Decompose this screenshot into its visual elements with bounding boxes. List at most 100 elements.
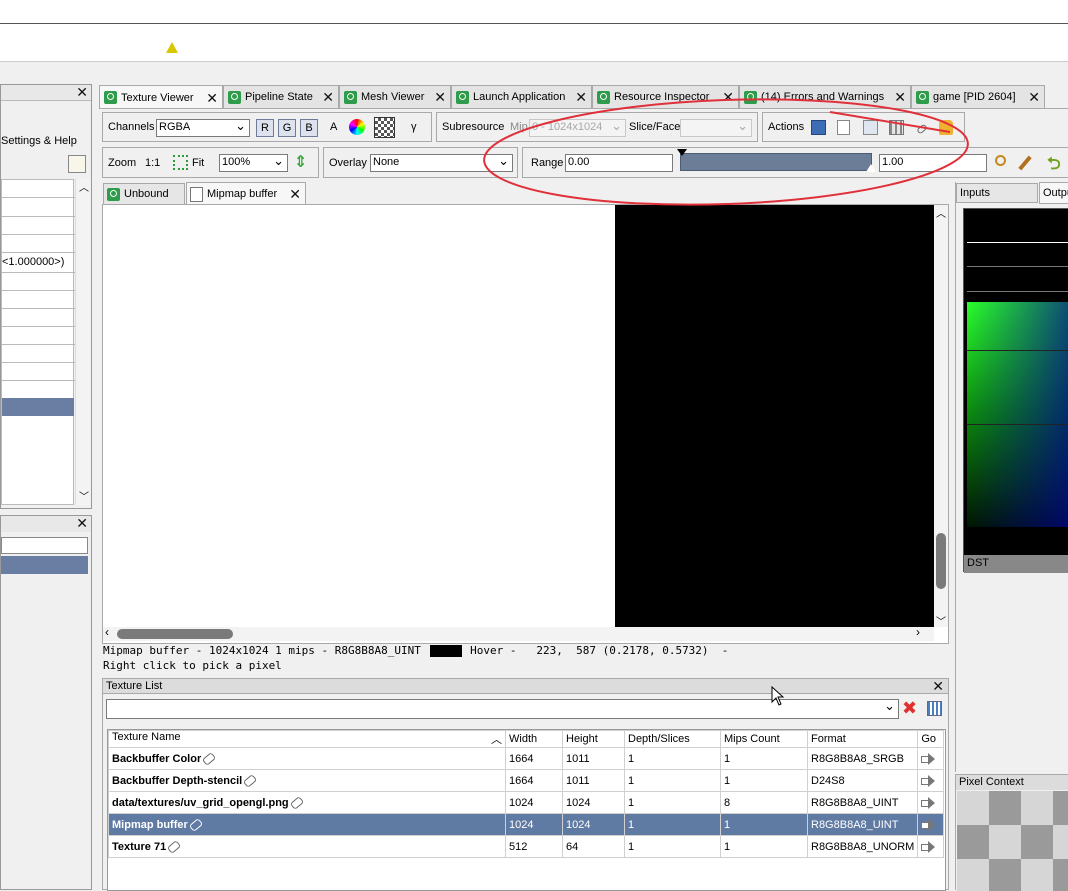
subtab-mipmap-buffer[interactable]: Mipmap buffer ✕ xyxy=(186,182,306,205)
table-row-selected[interactable]: Mipmap buffer 1024 1024 1 1 R8G8B8A8_UIN… xyxy=(108,813,944,836)
go-arrow-icon[interactable] xyxy=(921,797,936,810)
channel-r-toggle[interactable]: R xyxy=(256,119,274,137)
notes-icon[interactable] xyxy=(68,155,86,173)
close-icon[interactable]: ✕ xyxy=(1028,90,1040,104)
output-thumbnail[interactable]: DST xyxy=(963,208,1068,573)
close-icon[interactable]: ✕ xyxy=(76,516,88,530)
tab-mesh-viewer[interactable]: Mesh Viewer ✕ xyxy=(339,85,451,108)
horizontal-scrollbar[interactable]: ‹ › xyxy=(103,625,934,641)
texture-viewport[interactable]: ︿ ﹀ ‹ › xyxy=(102,204,949,644)
left-bottom-selected-row[interactable] xyxy=(1,556,88,574)
warning-triangle-icon[interactable] xyxy=(166,42,178,53)
scroll-thumb[interactable] xyxy=(936,533,946,589)
left-scrollbar[interactable]: ︿ ﹀ xyxy=(75,179,90,505)
table-row[interactable]: Texture 71 512 64 1 1 R8G8B8A8_UNORM xyxy=(108,835,944,858)
range-min-handle[interactable] xyxy=(677,149,687,156)
close-icon[interactable]: ✕ xyxy=(76,85,88,99)
tab-label: Launch Application xyxy=(473,91,566,103)
tab-pipeline-state[interactable]: Pipeline State ✕ xyxy=(223,85,339,108)
range-max-handle[interactable] xyxy=(866,164,876,172)
column-header-mips[interactable]: Mips Count xyxy=(720,730,808,748)
save-icon[interactable] xyxy=(811,120,826,135)
copy-icon[interactable] xyxy=(837,120,850,135)
slice-face-select[interactable] xyxy=(680,119,752,137)
texture-depth: 1 xyxy=(624,747,721,770)
scroll-down-icon[interactable]: ﹀ xyxy=(936,613,946,628)
checkerboard-icon[interactable] xyxy=(374,117,395,138)
texture-image[interactable] xyxy=(615,205,935,627)
color-wheel-icon[interactable] xyxy=(349,119,365,135)
column-header-width[interactable]: Width xyxy=(505,730,563,748)
column-header-height[interactable]: Height xyxy=(562,730,625,748)
mip-select[interactable]: 0 - 1024x1024 xyxy=(529,119,626,137)
pointer-hand-icon[interactable] xyxy=(939,120,953,135)
range-min-input[interactable]: 0.00 xyxy=(565,154,673,172)
close-icon[interactable]: ✕ xyxy=(434,90,446,104)
channel-a-toggle[interactable]: A xyxy=(330,121,337,133)
overlay-select[interactable]: None xyxy=(370,154,513,172)
scroll-up-icon[interactable]: ︿ xyxy=(79,179,89,194)
tab-errors-warnings[interactable]: (14) Errors and Warnings ✕ xyxy=(739,85,911,108)
clear-filter-icon[interactable]: ✖ xyxy=(902,698,917,719)
tab-texture-viewer[interactable]: Texture Viewer ✕ xyxy=(99,85,223,109)
autofit-icon[interactable]: ⇕ xyxy=(294,152,307,172)
texture-name: Mipmap buffer xyxy=(112,818,188,831)
column-header-name[interactable]: Texture Name ︿ xyxy=(108,730,506,748)
channels-select[interactable]: RGBA xyxy=(156,119,250,137)
texture-list-panel: Texture List ✕ ✖ Texture Name︿ Width Hei… xyxy=(102,678,949,891)
table-row[interactable]: Backbuffer Color 1664 1011 1 1 R8G8B8A8_… xyxy=(108,747,944,770)
zoom-range-icon[interactable] xyxy=(995,155,1006,166)
link-icon[interactable] xyxy=(916,123,928,135)
close-icon[interactable]: ✕ xyxy=(575,90,587,104)
channel-g-toggle[interactable]: G xyxy=(278,119,296,137)
pixel-context-view[interactable] xyxy=(957,791,1068,891)
close-icon[interactable]: ✕ xyxy=(289,187,301,201)
go-arrow-icon[interactable] xyxy=(921,841,936,854)
tab-game-connection[interactable]: game [PID 2604] ✕ xyxy=(911,85,1045,108)
table-row[interactable]: data/textures/uv_grid_opengl.png 1024 10… xyxy=(108,791,944,814)
column-header-format[interactable]: Format xyxy=(806,730,919,748)
scroll-down-icon[interactable]: ﹀ xyxy=(79,488,89,503)
scroll-left-icon[interactable]: ‹ xyxy=(105,625,109,639)
settings-help-label[interactable]: Settings & Help xyxy=(1,135,77,147)
vertical-scrollbar[interactable]: ︿ ﹀ xyxy=(934,205,948,628)
flip-icon[interactable] xyxy=(863,120,878,135)
tab-outputs[interactable]: Outpu xyxy=(1039,182,1068,204)
close-icon[interactable]: ✕ xyxy=(722,90,734,104)
tab-launch-application[interactable]: Launch Application ✕ xyxy=(451,85,592,108)
go-arrow-icon[interactable] xyxy=(921,819,936,832)
scroll-thumb[interactable] xyxy=(117,629,233,639)
go-arrow-icon[interactable] xyxy=(921,775,936,788)
fit-button[interactable]: Fit xyxy=(192,157,204,169)
close-icon[interactable]: ✕ xyxy=(894,90,906,104)
scroll-up-icon[interactable]: ︿ xyxy=(936,205,946,220)
column-header-go[interactable]: Go xyxy=(917,730,944,748)
texture-name: Backbuffer Color xyxy=(112,752,202,765)
column-header-depth[interactable]: Depth/Slices xyxy=(624,730,721,748)
fit-icon[interactable] xyxy=(173,155,188,170)
filter-options-icon[interactable] xyxy=(927,701,942,716)
reset-range-icon[interactable]: ⮌ xyxy=(1047,151,1061,180)
table-row[interactable]: Backbuffer Depth-stencil 1664 1011 1 1 D… xyxy=(108,769,944,792)
close-icon[interactable]: ✕ xyxy=(932,679,944,693)
go-arrow-icon[interactable] xyxy=(921,753,936,766)
texture-width: 1024 xyxy=(505,813,563,836)
tab-inputs[interactable]: Inputs xyxy=(956,183,1038,203)
subtab-unbound[interactable]: Unbound xyxy=(103,183,185,204)
left-list-selected-row[interactable] xyxy=(2,398,74,416)
auto-range-icon[interactable] xyxy=(1018,155,1032,171)
texture-mips: 8 xyxy=(720,791,808,814)
gamma-button[interactable]: γ xyxy=(411,121,417,133)
scroll-right-icon[interactable]: › xyxy=(916,625,920,639)
channel-b-toggle[interactable]: B xyxy=(300,119,318,137)
range-max-input[interactable]: 1.00 xyxy=(879,154,987,172)
tab-resource-inspector[interactable]: Resource Inspector ✕ xyxy=(592,85,739,108)
zoom-1to1-button[interactable]: 1:1 xyxy=(145,157,160,169)
close-icon[interactable]: ✕ xyxy=(206,91,218,105)
link-icon xyxy=(243,773,258,788)
zoom-select[interactable]: 100% xyxy=(219,154,288,172)
close-icon[interactable]: ✕ xyxy=(322,90,334,104)
grid-icon[interactable] xyxy=(889,120,904,135)
range-slider[interactable] xyxy=(677,149,876,172)
left-bottom-input[interactable] xyxy=(1,537,88,554)
